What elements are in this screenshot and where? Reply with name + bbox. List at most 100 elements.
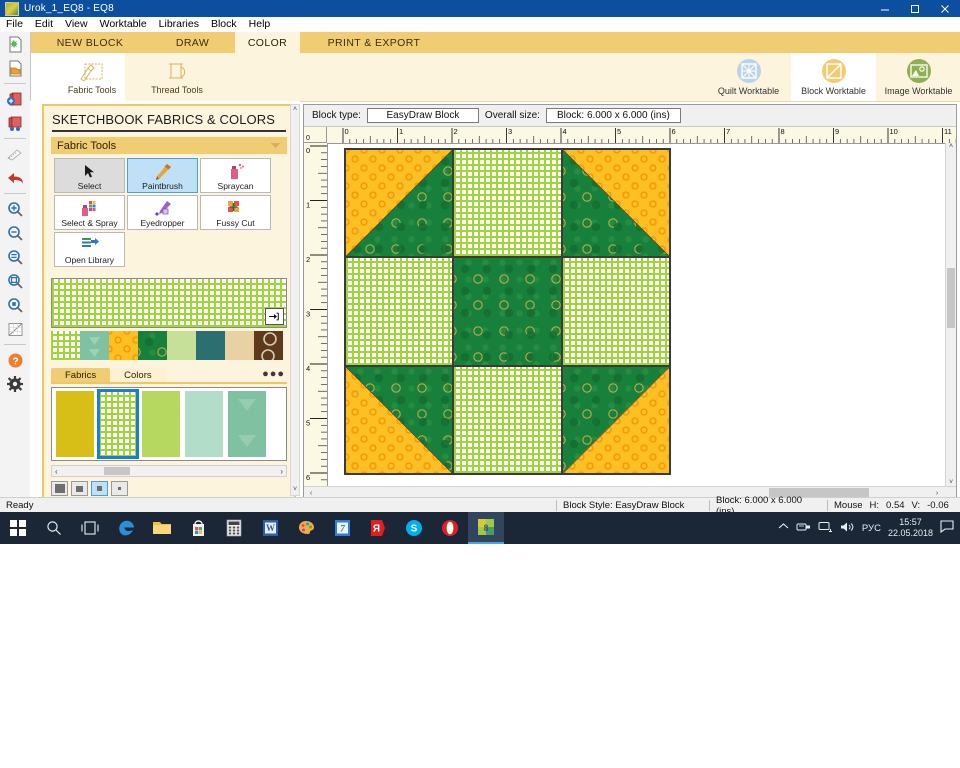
- block-type-value[interactable]: EasyDraw Block: [366, 108, 479, 123]
- swatch-brown-circle-print[interactable]: [254, 331, 283, 360]
- overall-size-value[interactable]: Block: 6.000 x 6.000 (ins): [545, 108, 681, 123]
- excel-button[interactable]: 7: [324, 512, 360, 544]
- ribbon-thread-tools-button[interactable]: Thread Tools: [143, 55, 211, 100]
- ribbon-image-worktable-button[interactable]: Image Worktable: [876, 53, 960, 101]
- zoom-last-button[interactable]: [0, 269, 30, 293]
- swatch-lime-grid-weave[interactable]: [51, 331, 80, 360]
- view-size-medium[interactable]: [91, 481, 108, 496]
- new-project-button[interactable]: [0, 32, 30, 56]
- block-cell-r2c1[interactable]: [345, 257, 454, 366]
- block-cell-r2c3[interactable]: [561, 257, 670, 366]
- swatch-orange-donut-print[interactable]: [109, 331, 138, 360]
- tool-select[interactable]: Select: [54, 158, 125, 193]
- search-button[interactable]: [36, 512, 72, 544]
- block-cell-r3c2[interactable]: [453, 365, 562, 474]
- settings-button[interactable]: [0, 372, 30, 396]
- zoom-fit-button[interactable]: [0, 245, 30, 269]
- quilt-block[interactable]: [344, 148, 671, 475]
- tool-paintbrush[interactable]: Paintbrush: [127, 158, 198, 193]
- yandex-browser-button[interactable]: Я: [360, 512, 396, 544]
- volume-icon[interactable]: [840, 521, 855, 536]
- ribbon-fabric-tools-button[interactable]: Fabric Tools: [58, 55, 126, 100]
- menu-help[interactable]: Help: [243, 17, 277, 32]
- worktable-scroll-up[interactable]: ˄: [946, 143, 956, 150]
- swatch-tan-dot-print[interactable]: [225, 331, 254, 360]
- view-size-xlarge[interactable]: [51, 481, 68, 496]
- minimize-button[interactable]: [870, 0, 900, 17]
- undo-button[interactable]: [0, 166, 30, 190]
- tool-spraycan[interactable]: Spraycan: [200, 158, 271, 193]
- block-cell-r2c2[interactable]: [453, 257, 562, 366]
- scroll-thumb[interactable]: [104, 467, 130, 475]
- menu-block[interactable]: Block: [205, 17, 243, 32]
- microsoft-store-button[interactable]: [180, 512, 216, 544]
- send-to-spool-button[interactable]: [265, 308, 284, 325]
- swatch-teal-solid[interactable]: [196, 331, 225, 360]
- worktable-scroll-left[interactable]: ‹: [304, 490, 318, 497]
- task-view-button[interactable]: [72, 512, 108, 544]
- ribbon-quilt-worktable-button[interactable]: Quilt Worktable: [706, 53, 791, 101]
- library-swatch-sage-arrow-print[interactable]: [228, 391, 266, 457]
- fabric-tools-group-header[interactable]: Fabric Tools: [51, 137, 287, 154]
- skype-button[interactable]: S: [396, 512, 432, 544]
- close-button[interactable]: [930, 0, 960, 17]
- block-cell-r3c3[interactable]: [561, 365, 670, 474]
- worktable-scroll-right[interactable]: ›: [930, 490, 944, 497]
- sidebar-scrollbar[interactable]: ˄ ˅: [290, 104, 300, 496]
- view-size-large[interactable]: [71, 481, 88, 496]
- refresh-zoom-button[interactable]: [0, 293, 30, 317]
- help-button[interactable]: ?: [0, 348, 30, 372]
- maximize-button[interactable]: [900, 0, 930, 17]
- menu-worktable[interactable]: Worktable: [94, 17, 153, 32]
- word-button[interactable]: W: [252, 512, 288, 544]
- swatch-green-circle-batik[interactable]: [138, 331, 167, 360]
- ribbon-block-worktable-button[interactable]: Block Worktable: [791, 53, 876, 101]
- current-fabric-preview[interactable]: [51, 278, 287, 328]
- eq8-app-button[interactable]: 8: [468, 512, 504, 544]
- worktable-scroll-down[interactable]: ˅: [946, 479, 956, 486]
- tab-color[interactable]: COLOR: [235, 32, 300, 53]
- clock[interactable]: 15:57 22.05.2018: [888, 517, 933, 539]
- swatch-sage-arrow-print[interactable]: [80, 331, 109, 360]
- usb-device-icon[interactable]: [796, 521, 811, 536]
- block-cell-r1c3[interactable]: [561, 149, 670, 258]
- calculator-button[interactable]: [216, 512, 252, 544]
- add-to-sketchbook-button[interactable]: [0, 87, 30, 111]
- scroll-left-arrow[interactable]: ‹: [52, 467, 61, 476]
- view-sketchbook-button[interactable]: [0, 111, 30, 135]
- tool-eyedropper[interactable]: Eyedropper: [127, 195, 198, 230]
- file-explorer-button[interactable]: [144, 512, 180, 544]
- zoom-in-button[interactable]: [0, 197, 30, 221]
- tool-select-and-spray[interactable]: Select & Spray: [54, 195, 125, 230]
- library-swatch-lime-grid-weave[interactable]: [97, 389, 139, 459]
- library-swatch-gold-mottle[interactable]: [56, 391, 94, 457]
- sidebar-scroll-down[interactable]: ˅: [291, 485, 299, 495]
- scroll-right-arrow[interactable]: ›: [277, 467, 286, 476]
- worktable-vertical-scrollbar[interactable]: ˄ ˅: [945, 143, 956, 486]
- chevron-up-icon[interactable]: [778, 522, 789, 534]
- tab-fabrics[interactable]: Fabrics: [51, 368, 111, 382]
- tool-fussy-cut[interactable]: Fussy Cut: [200, 195, 271, 230]
- tool-open-library[interactable]: Open Library: [54, 232, 125, 267]
- library-swatch-pale-aqua-dot[interactable]: [185, 391, 223, 457]
- swatch-pale-green-mottle[interactable]: [167, 331, 196, 360]
- opera-button[interactable]: [432, 512, 468, 544]
- block-cell-r1c2[interactable]: [453, 149, 562, 258]
- menu-libraries[interactable]: Libraries: [153, 17, 205, 32]
- language-indicator[interactable]: РУС: [862, 523, 881, 534]
- start-button[interactable]: [0, 512, 36, 544]
- paint-button[interactable]: [288, 512, 324, 544]
- menu-view[interactable]: View: [59, 17, 94, 32]
- more-options-icon[interactable]: ●●●: [262, 368, 285, 380]
- sidebar-scroll-up[interactable]: ˄: [291, 105, 299, 115]
- menu-file[interactable]: File: [0, 17, 29, 32]
- zoom-out-button[interactable]: [0, 221, 30, 245]
- block-cell-r3c1[interactable]: [345, 365, 454, 474]
- network-icon[interactable]: [818, 521, 833, 536]
- tab-new-block[interactable]: NEW BLOCK: [30, 32, 150, 53]
- library-swatch-light-lime-mottle[interactable]: [142, 391, 180, 457]
- tab-print-export[interactable]: PRINT & EXPORT: [300, 32, 448, 53]
- view-size-small[interactable]: [111, 481, 128, 496]
- edge-browser-button[interactable]: [108, 512, 144, 544]
- fabric-library-scrollbar[interactable]: ‹ ›: [51, 465, 287, 477]
